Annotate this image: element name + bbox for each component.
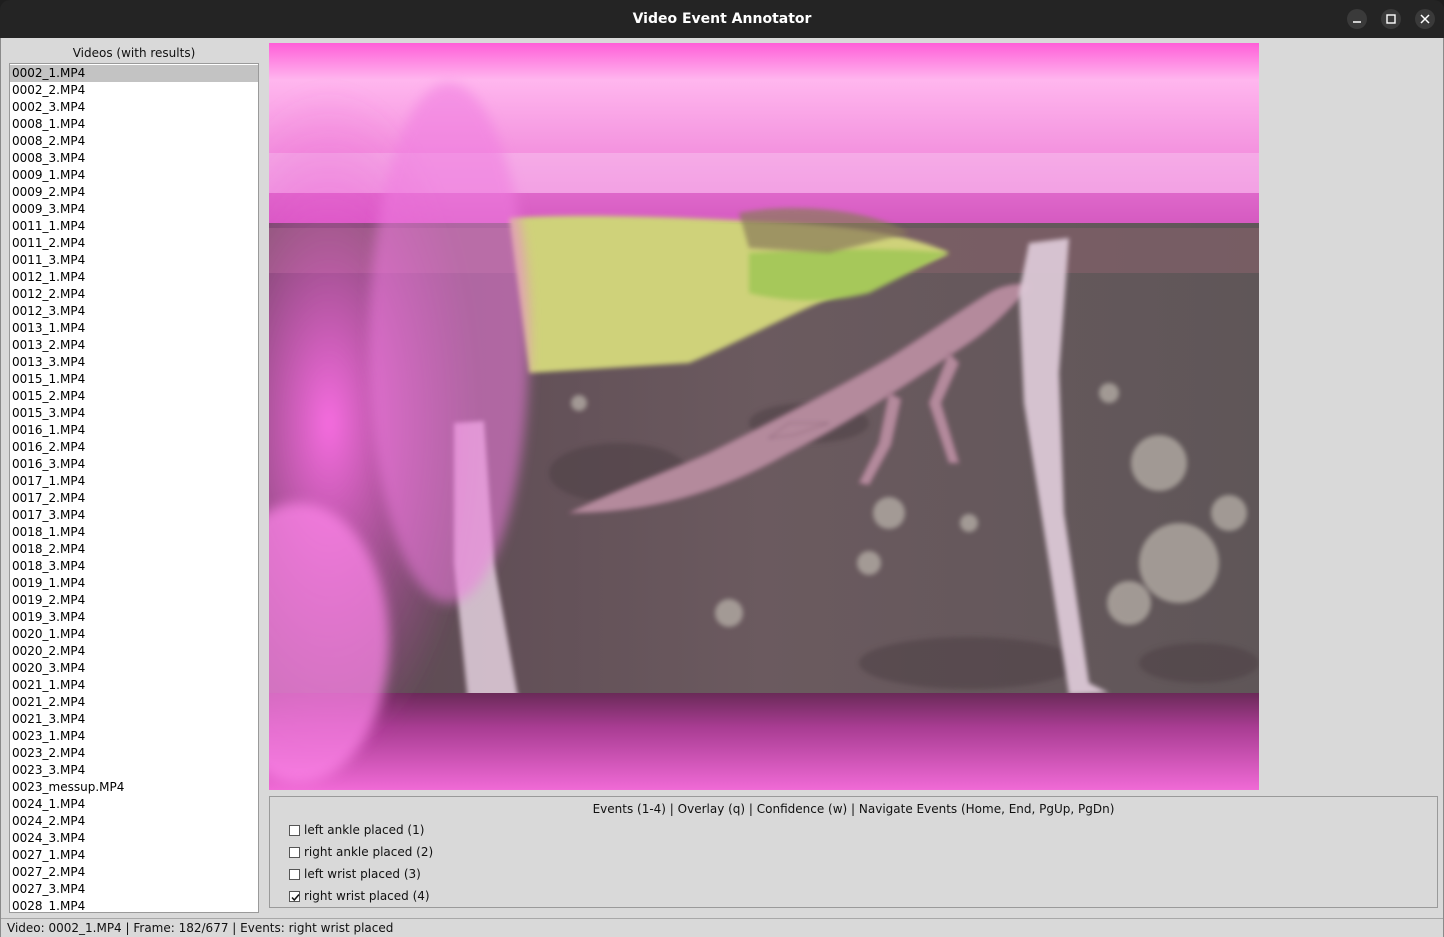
video-list-item[interactable]: 0023_2.MP4 [10,745,258,762]
maximize-icon [1386,14,1396,24]
event-checkbox[interactable] [289,868,300,880]
video-frame-image [269,43,1259,790]
event-checkbox[interactable] [289,824,300,836]
video-list-item[interactable]: 0011_1.MP4 [10,218,258,235]
video-list-item[interactable]: 0019_2.MP4 [10,592,258,609]
event-checkbox-row[interactable]: right ankle placed (2) [289,843,433,861]
event-checkbox-row[interactable]: left wrist placed (3) [289,865,421,883]
video-list-item[interactable]: 0015_1.MP4 [10,371,258,388]
video-list-item[interactable]: 0023_3.MP4 [10,762,258,779]
video-list-item[interactable]: 0017_1.MP4 [10,473,258,490]
video-list-item[interactable]: 0021_1.MP4 [10,677,258,694]
video-list-item[interactable]: 0023_1.MP4 [10,728,258,745]
video-list-item[interactable]: 0016_3.MP4 [10,456,258,473]
video-list-item[interactable]: 0016_1.MP4 [10,422,258,439]
video-list-item[interactable]: 0017_3.MP4 [10,507,258,524]
video-list-item[interactable]: 0012_3.MP4 [10,303,258,320]
video-list-item[interactable]: 0021_2.MP4 [10,694,258,711]
video-list-item[interactable]: 0011_3.MP4 [10,252,258,269]
video-list: 0002_1.MP4 0002_2.MP4 0002_3.MP4 0008_1.MP4… [10,64,258,912]
event-checkbox[interactable] [289,890,300,902]
video-list-item[interactable]: 0009_1.MP4 [10,167,258,184]
event-checkbox-label: left wrist placed (3) [304,867,421,881]
video-list-item[interactable]: 0023_messup.MP4 [10,779,258,796]
video-list-item[interactable]: 0008_2.MP4 [10,133,258,150]
video-list-item[interactable]: 0012_2.MP4 [10,286,258,303]
event-checkbox-label: left ankle placed (1) [304,823,425,837]
video-list-item[interactable]: 0017_2.MP4 [10,490,258,507]
close-button[interactable] [1415,9,1435,29]
video-list-item[interactable]: 0008_1.MP4 [10,116,258,133]
video-frame[interactable] [269,43,1259,790]
main-window: Videos (with results) 0002_1.MP4 0002_2.M… [0,38,1444,937]
video-list-item[interactable]: 0002_2.MP4 [10,82,258,99]
video-list-item[interactable]: 0013_2.MP4 [10,337,258,354]
minimize-button[interactable] [1347,9,1367,29]
video-listbox[interactable]: 0002_1.MP4 0002_2.MP4 0002_3.MP4 0008_1.MP4… [9,63,259,913]
video-list-item[interactable]: 0024_1.MP4 [10,796,258,813]
video-list-item[interactable]: 0018_2.MP4 [10,541,258,558]
video-list-item[interactable]: 0027_1.MP4 [10,847,258,864]
video-list-item[interactable]: 0021_3.MP4 [10,711,258,728]
title-bar: Video Event Annotator [0,0,1444,38]
video-list-item[interactable]: 0028_1.MP4 [10,898,258,912]
video-list-header: Videos (with results) [72,46,196,60]
window-title: Video Event Annotator [632,11,812,27]
event-checkbox-row[interactable]: left ankle placed (1) [289,821,424,839]
video-list-item[interactable]: 0015_3.MP4 [10,405,258,422]
video-list-item[interactable]: 0009_2.MP4 [10,184,258,201]
video-list-item[interactable]: 0013_1.MP4 [10,320,258,337]
event-checkbox-label: right ankle placed (2) [304,845,434,859]
event-checkbox[interactable] [289,846,300,858]
checkmark-icon [291,893,300,901]
video-list-item[interactable]: 0019_1.MP4 [10,575,258,592]
minimize-icon [1353,21,1361,23]
video-list-item[interactable]: 0009_3.MP4 [10,201,258,218]
video-list-item[interactable]: 0002_1.MP4 [10,65,258,82]
video-list-item[interactable]: 0024_2.MP4 [10,813,258,830]
video-list-item[interactable]: 0019_3.MP4 [10,609,258,626]
video-list-item[interactable]: 0020_3.MP4 [10,660,258,677]
video-list-item[interactable]: 0018_1.MP4 [10,524,258,541]
video-list-item[interactable]: 0011_2.MP4 [10,235,258,252]
video-list-item[interactable]: 0013_3.MP4 [10,354,258,371]
video-list-item[interactable]: 0008_3.MP4 [10,150,258,167]
event-checkbox-row[interactable]: right wrist placed (4) [289,887,430,905]
video-list-item[interactable]: 0015_2.MP4 [10,388,258,405]
close-icon [1420,14,1430,24]
video-list-item[interactable]: 0016_2.MP4 [10,439,258,456]
video-list-item[interactable]: 0020_2.MP4 [10,643,258,660]
video-list-item[interactable]: 0024_3.MP4 [10,830,258,847]
events-panel: Events (1-4) | Overlay (q) | Confidence … [269,796,1438,908]
video-list-item[interactable]: 0020_1.MP4 [10,626,258,643]
event-checkbox-label: right wrist placed (4) [304,889,430,903]
video-list-item[interactable]: 0027_2.MP4 [10,864,258,881]
maximize-button[interactable] [1381,9,1401,29]
events-hint: Events (1-4) | Overlay (q) | Confidence … [592,802,1115,816]
video-list-item[interactable]: 0012_1.MP4 [10,269,258,286]
video-list-item[interactable]: 0027_3.MP4 [10,881,258,898]
video-list-item[interactable]: 0018_3.MP4 [10,558,258,575]
video-list-item[interactable]: 0002_3.MP4 [10,99,258,116]
status-bar: Video: 0002_1.MP4 | Frame: 182/677 | Eve… [1,918,1443,937]
